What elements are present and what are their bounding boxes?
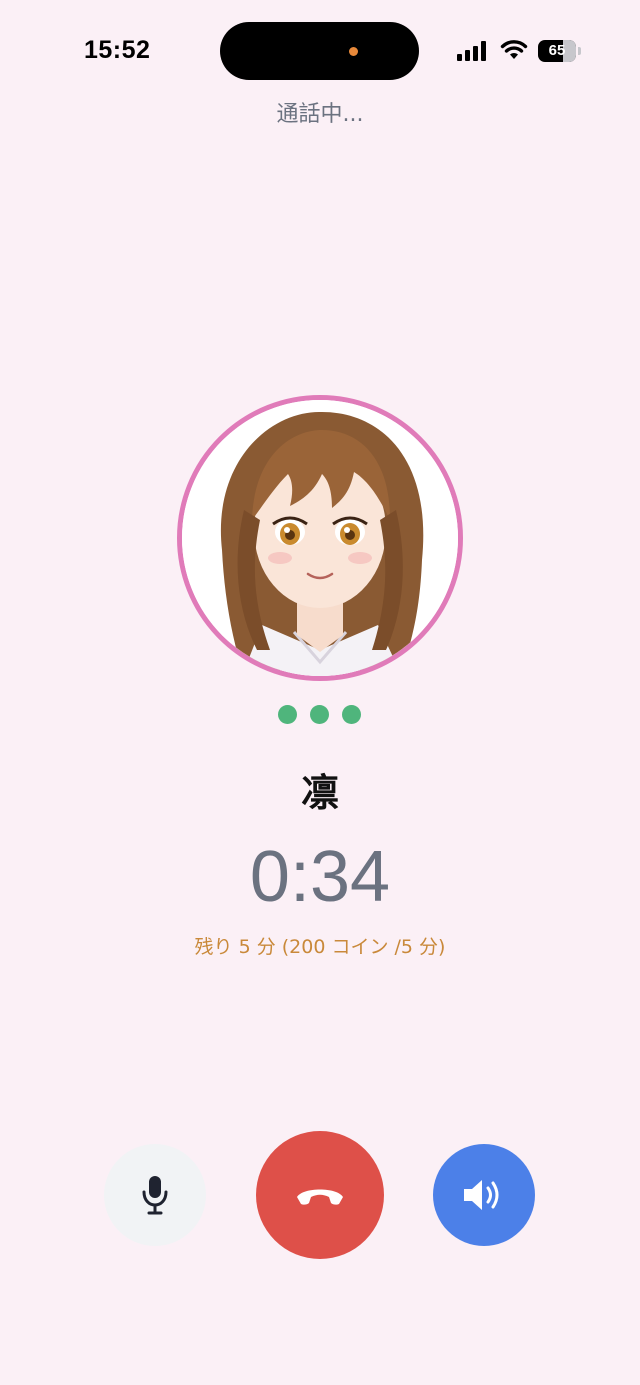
cellular-signal-icon	[457, 41, 486, 61]
phone-hangup-icon	[297, 1189, 343, 1205]
dynamic-island	[220, 22, 419, 80]
mute-button[interactable]	[104, 1144, 206, 1246]
call-status-text: 通話中...	[276, 102, 364, 127]
activity-dot	[342, 705, 361, 724]
call-activity-indicator	[278, 705, 362, 725]
battery-indicator: 65	[538, 40, 576, 62]
call-duration: 0:34	[249, 837, 391, 917]
remaining-time-info: 残り 5 分 (200 コイン /5 分)	[194, 936, 446, 958]
caller-name: 凛	[300, 771, 339, 815]
privacy-indicator-dot	[349, 47, 358, 56]
caller-avatar	[177, 395, 463, 681]
activity-dot	[278, 705, 297, 724]
speaker-icon	[464, 1180, 499, 1210]
battery-cap	[578, 47, 581, 55]
microphone-icon	[142, 1176, 168, 1215]
activity-dot	[310, 705, 329, 724]
battery-level: 65	[548, 42, 566, 59]
speaker-button[interactable]	[433, 1144, 535, 1246]
status-bar: 15:52 65	[0, 0, 640, 100]
end-call-button[interactable]	[256, 1131, 384, 1259]
caller-avatar-illustration	[182, 400, 458, 676]
status-time: 15:52	[84, 36, 151, 64]
wifi-icon	[500, 40, 528, 59]
